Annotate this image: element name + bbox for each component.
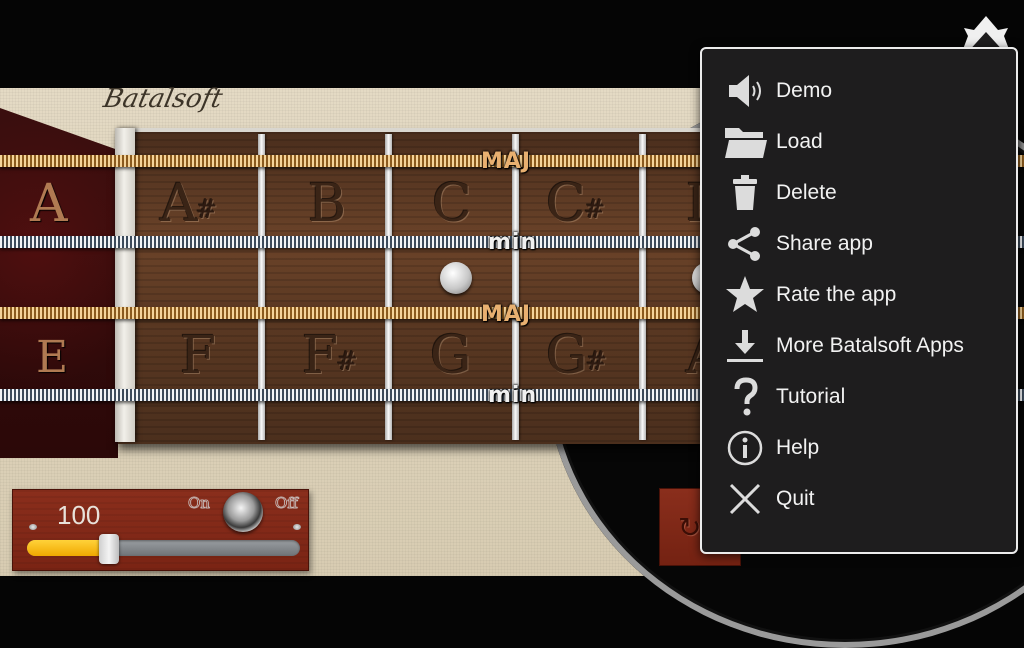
volume-slider-thumb[interactable] [98,534,119,564]
note-button[interactable]: B [308,176,346,232]
volume-slider-fill [27,540,109,556]
info-icon [718,426,772,470]
brand-logo: Batalsoft [100,84,226,114]
note-button[interactable]: C# [546,176,608,232]
menu-item-delete[interactable]: Delete [702,167,1016,218]
game-screen: Batalsoft A A# B C C# D E F F# G G# A MA… [0,0,1024,648]
menu-item-tutorial[interactable]: Tutorial [702,371,1016,422]
note-button[interactable]: A# [160,176,219,232]
question-icon [718,375,772,419]
chord-label-major: MAJ [481,302,532,327]
note-button[interactable]: F# [302,328,360,384]
note-button[interactable]: G# [546,328,609,384]
menu-item-load[interactable]: Load [702,116,1016,167]
menu-item-more-apps[interactable]: More Batalsoft Apps [702,320,1016,371]
star-icon [718,273,772,317]
chord-label-minor: min [488,383,538,408]
screw-icon [293,524,301,530]
overflow-menu: Demo Load Delete Share app Rate the app [700,47,1018,554]
note-button[interactable]: F [180,328,216,384]
share-icon [718,222,772,266]
note-open-string-1[interactable]: A [30,176,68,232]
sharp-icon: # [195,195,218,225]
menu-item-quit[interactable]: Quit [702,473,1016,524]
chord-label-minor: min [488,230,538,255]
menu-item-demo[interactable]: Demo [702,65,1016,116]
note-button[interactable]: G [430,328,472,384]
replay-icon[interactable]: ↻ [678,511,701,544]
close-icon [718,477,772,521]
chord-label-major: MAJ [481,149,532,174]
fret-inlay-dot [440,262,472,294]
note-button[interactable]: C [432,176,472,232]
speaker-icon [718,69,772,113]
trash-icon [718,171,772,215]
menu-item-share[interactable]: Share app [702,218,1016,269]
menu-item-help[interactable]: Help [702,422,1016,473]
volume-panel: 100 On Off [12,489,309,571]
download-icon [718,324,772,368]
sound-toggle-switch[interactable] [223,492,263,532]
sharp-icon: # [585,347,608,377]
sharp-icon: # [583,195,606,225]
sharp-icon: # [336,347,358,377]
volume-slider[interactable] [27,534,300,564]
folder-icon [718,120,772,164]
note-open-string-2[interactable]: E [36,330,68,386]
screw-icon [29,524,37,530]
toggle-on-label: On [188,494,211,513]
volume-value: 100 [57,500,101,530]
menu-item-rate[interactable]: Rate the app [702,269,1016,320]
toggle-off-label: Off [275,494,299,513]
